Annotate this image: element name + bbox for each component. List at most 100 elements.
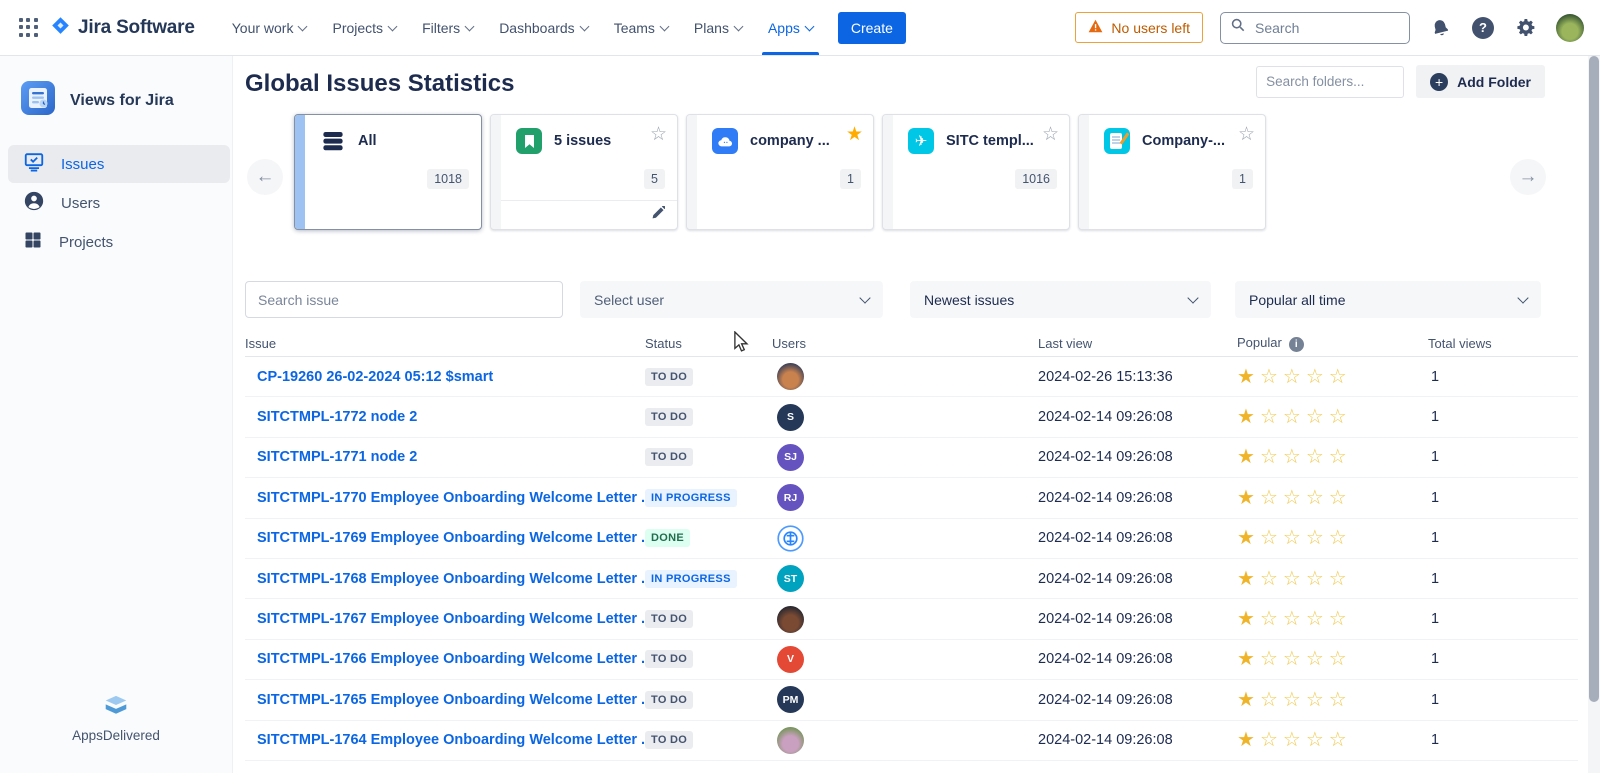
- star-icon: ★: [1237, 608, 1260, 630]
- settings-gear-icon[interactable]: [1513, 15, 1539, 41]
- popularity-rating[interactable]: ★☆☆☆☆: [1237, 730, 1428, 750]
- star-icon: ☆: [1306, 487, 1329, 509]
- avatar: [777, 606, 804, 633]
- search-folders-input[interactable]: [1256, 66, 1404, 98]
- popularity-dropdown[interactable]: Popular all time: [1235, 281, 1541, 318]
- issue-link[interactable]: CP-19260 26-02-2024 05:12 $smart: [245, 369, 645, 385]
- star-favorite-icon[interactable]: ☆: [650, 125, 667, 144]
- avatar: [777, 363, 804, 390]
- star-icon: ☆: [1329, 608, 1352, 630]
- search-icon: [1231, 18, 1245, 37]
- issues-table-body: CP-19260 26-02-2024 05:12 $smart TO DO 2…: [245, 357, 1578, 761]
- nav-item-plans[interactable]: Plans: [681, 0, 755, 55]
- column-users: Users: [772, 336, 1038, 351]
- avatar: PM: [777, 686, 804, 713]
- plane-icon: ✈: [908, 128, 934, 154]
- issue-link[interactable]: SITCTMPL-1769 Employee Onboarding Welcom…: [245, 530, 645, 546]
- popularity-rating[interactable]: ★☆☆☆☆: [1237, 569, 1428, 589]
- issue-link[interactable]: SITCTMPL-1768 Employee Onboarding Welcom…: [245, 571, 645, 587]
- star-icon: ☆: [1329, 568, 1352, 590]
- star-icon: ★: [1237, 689, 1260, 711]
- folder-card-all[interactable]: All 1018: [294, 114, 482, 230]
- create-button[interactable]: Create: [838, 12, 906, 44]
- popularity-rating[interactable]: ★☆☆☆☆: [1237, 488, 1428, 508]
- table-row: SITCTMPL-1772 node 2 TO DO S 2024-02-14 …: [245, 397, 1578, 437]
- page-scrollbar: [1588, 56, 1600, 773]
- issue-link[interactable]: SITCTMPL-1765 Employee Onboarding Welcom…: [245, 692, 645, 708]
- last-view-timestamp: 2024-02-14 09:26:08: [1038, 692, 1237, 708]
- star-favorite-icon[interactable]: ★: [846, 125, 863, 144]
- table-row: SITCTMPL-1766 Employee Onboarding Welcom…: [245, 640, 1578, 680]
- apps-delivered-branding[interactable]: AppsDelivered: [0, 694, 232, 743]
- folder-card-5-issues[interactable]: 5 issues 5 ☆: [490, 114, 678, 230]
- nav-item-projects[interactable]: Projects: [319, 0, 409, 55]
- star-favorite-icon[interactable]: ☆: [1042, 125, 1059, 144]
- views-for-jira-app-icon: [21, 81, 55, 120]
- star-icon: ☆: [1329, 648, 1352, 670]
- filters-bar: Select user Newest issues Popular all ti…: [233, 281, 1588, 321]
- user-avatar[interactable]: [1556, 14, 1584, 42]
- info-icon[interactable]: i: [1289, 337, 1304, 352]
- popularity-rating[interactable]: ★☆☆☆☆: [1237, 407, 1428, 427]
- popularity-rating[interactable]: ★☆☆☆☆: [1237, 609, 1428, 629]
- stack-icon: [320, 128, 346, 154]
- chevron-down-icon: [298, 21, 308, 31]
- nav-item-apps[interactable]: Apps: [755, 0, 826, 55]
- popularity-rating[interactable]: ★☆☆☆☆: [1237, 367, 1428, 387]
- issue-link[interactable]: SITCTMPL-1764 Employee Onboarding Welcom…: [245, 732, 645, 748]
- avatar: RJ: [777, 484, 804, 511]
- app-switcher-icon[interactable]: [19, 18, 38, 37]
- add-folder-button[interactable]: + Add Folder: [1416, 65, 1545, 98]
- popularity-rating[interactable]: ★☆☆☆☆: [1237, 690, 1428, 710]
- total-views: 1: [1428, 611, 1578, 627]
- last-view-timestamp: 2024-02-14 09:26:08: [1038, 571, 1237, 587]
- nav-item-your-work[interactable]: Your work: [219, 0, 320, 55]
- jira-logo[interactable]: Jira Software: [51, 16, 195, 40]
- sidebar-item-projects[interactable]: Projects: [8, 223, 230, 261]
- status-badge: TO DO: [645, 610, 693, 628]
- popularity-rating[interactable]: ★☆☆☆☆: [1237, 649, 1428, 669]
- notifications-bell-icon[interactable]: [1424, 12, 1456, 44]
- scrollbar-thumb[interactable]: [1589, 56, 1599, 702]
- folder-card-sitc-templ[interactable]: ✈ SITC templ... 1016 ☆: [882, 114, 1070, 230]
- sort-dropdown[interactable]: Newest issues: [910, 281, 1211, 318]
- help-icon[interactable]: ?: [1470, 15, 1496, 41]
- nav-item-filters[interactable]: Filters: [409, 0, 486, 55]
- total-views: 1: [1428, 490, 1578, 506]
- nav-item-teams[interactable]: Teams: [601, 0, 681, 55]
- issue-link[interactable]: SITCTMPL-1770 Employee Onboarding Welcom…: [245, 490, 645, 506]
- last-view-timestamp: 2024-02-14 09:26:08: [1038, 732, 1237, 748]
- users-icon: [23, 190, 45, 216]
- global-search[interactable]: [1220, 12, 1410, 44]
- star-icon: ☆: [1283, 608, 1306, 630]
- star-favorite-icon[interactable]: ☆: [1238, 125, 1255, 144]
- search-issue-input[interactable]: [245, 281, 563, 318]
- carousel-right-arrow[interactable]: →: [1510, 159, 1546, 195]
- table-row: SITCTMPL-1769 Employee Onboarding Welcom…: [245, 519, 1578, 559]
- table-header: Issue Status Users Last view Populari To…: [245, 330, 1578, 357]
- nav-right-group: No users left ?: [1075, 12, 1600, 44]
- table-row: SITCTMPL-1765 Employee Onboarding Welcom…: [245, 680, 1578, 720]
- carousel-left-arrow[interactable]: ←: [247, 159, 283, 195]
- issue-link[interactable]: SITCTMPL-1772 node 2: [245, 409, 645, 425]
- issue-link[interactable]: SITCTMPL-1767 Employee Onboarding Welcom…: [245, 611, 645, 627]
- star-icon: ★: [1237, 568, 1260, 590]
- user-filter-dropdown[interactable]: Select user: [580, 281, 883, 318]
- status-badge: TO DO: [645, 408, 693, 426]
- nav-item-dashboards[interactable]: Dashboards: [486, 0, 601, 55]
- edit-pencil-icon[interactable]: [651, 206, 665, 225]
- issue-link[interactable]: SITCTMPL-1771 node 2: [245, 449, 645, 465]
- sidebar-item-users[interactable]: Users: [8, 184, 230, 222]
- global-search-input[interactable]: [1253, 19, 1387, 37]
- card-title: Company-...: [1142, 133, 1225, 149]
- chevron-down-icon: [859, 292, 870, 303]
- folder-card-company[interactable]: company ... 1 ★: [686, 114, 874, 230]
- total-views: 1: [1428, 369, 1578, 385]
- popularity-rating[interactable]: ★☆☆☆☆: [1237, 528, 1428, 548]
- sidebar-menu: Issues Users Projects: [0, 145, 232, 261]
- folder-card-company[interactable]: Company-... 1 ☆: [1078, 114, 1266, 230]
- sidebar-item-issues[interactable]: Issues: [8, 145, 230, 183]
- no-users-left-button[interactable]: No users left: [1075, 12, 1203, 43]
- popularity-rating[interactable]: ★☆☆☆☆: [1237, 447, 1428, 467]
- issue-link[interactable]: SITCTMPL-1766 Employee Onboarding Welcom…: [245, 651, 645, 667]
